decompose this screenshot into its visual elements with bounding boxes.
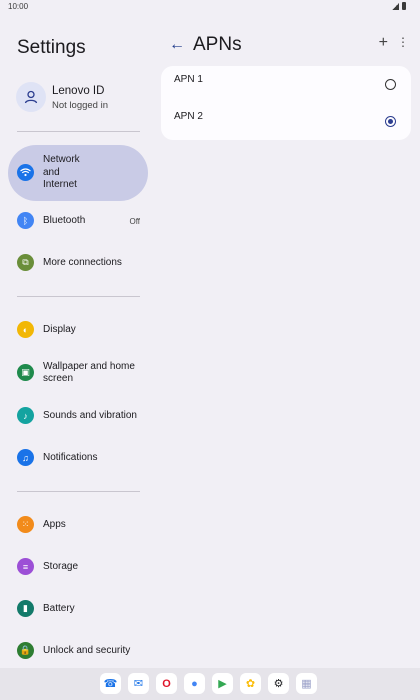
sidebar-item-label: Bluetooth — [43, 214, 86, 226]
apn-radio-selected[interactable] — [385, 116, 396, 127]
signal-icon — [392, 2, 399, 10]
sidebar-item-security[interactable]: 🔒 Unlock and security — [8, 633, 148, 669]
back-arrow-icon[interactable]: ← — [168, 36, 186, 54]
sidebar-item-bluetooth[interactable]: ᛒ Bluetooth Off — [8, 203, 148, 239]
sidebar-item-label: Notifications — [43, 451, 98, 463]
lock-icon: 🔒 — [17, 642, 34, 659]
account-row[interactable]: Lenovo ID Not logged in — [16, 82, 146, 118]
taskbar-dock: ☎ ✉ O ● ▶ ✿ ⚙ ▦ — [0, 668, 420, 700]
bluetooth-icon: ᛒ — [17, 212, 34, 229]
opera-icon[interactable]: O — [156, 673, 177, 694]
sidebar-item-sounds[interactable]: ♪ Sounds and vibration — [8, 398, 148, 434]
sidebar-item-label: Sounds and vibration — [43, 409, 137, 421]
page-title: APNs — [193, 34, 242, 55]
settings-title: Settings — [17, 37, 86, 58]
sidebar-item-battery[interactable]: ▮ Battery — [8, 591, 148, 627]
apn-radio-unselected[interactable] — [385, 79, 396, 90]
bell-icon: ♫ — [17, 449, 34, 466]
apn-list: APN 1 APN 2 — [161, 66, 411, 140]
sidebar-item-display[interactable]: ◐ Display — [8, 312, 148, 348]
sidebar-item-label: Storage — [43, 560, 79, 572]
sidebar-item-wallpaper[interactable]: ▣ Wallpaper and home screen — [8, 355, 148, 391]
status-icons — [392, 2, 406, 10]
apn-name: APN 1 — [174, 74, 203, 85]
person-icon — [24, 90, 38, 104]
display-icon: ◐ — [17, 321, 34, 338]
apps-icon: ⁙ — [17, 516, 34, 533]
wifi-icon — [17, 164, 34, 181]
sidebar-item-network[interactable]: Network and Internet — [8, 145, 148, 201]
messages-icon[interactable]: ✉ — [128, 673, 149, 694]
assistant-icon[interactable]: ● — [184, 673, 205, 694]
settings-gear-icon[interactable]: ⚙ — [268, 673, 289, 694]
apn-item-1[interactable]: APN 1 — [161, 66, 411, 103]
account-name: Lenovo ID — [52, 85, 105, 97]
battery-icon: ▮ — [17, 600, 34, 617]
settings-panel: Settings Lenovo ID Not logged in Network… — [0, 14, 158, 668]
wallpaper-icon: ▣ — [17, 364, 34, 381]
sidebar-item-label: Display — [43, 323, 76, 335]
dock-icons: ☎ ✉ O ● ▶ ✿ ⚙ ▦ — [100, 673, 317, 694]
sidebar-item-label: Unlock and security — [43, 644, 131, 656]
photos-icon[interactable]: ✿ — [240, 673, 261, 694]
sidebar-item-apps[interactable]: ⁙ Apps — [8, 507, 148, 543]
play-store-icon[interactable]: ▶ — [212, 673, 233, 694]
account-status: Not logged in — [52, 100, 108, 111]
bluetooth-status: Off — [129, 216, 140, 226]
sidebar-item-notifications[interactable]: ♫ Notifications — [8, 440, 148, 476]
sidebar-item-label: Wallpaper and home screen — [43, 360, 135, 385]
sidebar-item-more-connections[interactable]: ⧉ More connections — [8, 245, 148, 281]
storage-icon: ≡ — [17, 558, 34, 575]
connections-icon: ⧉ — [17, 254, 34, 271]
divider — [17, 491, 140, 492]
app-drawer-icon[interactable]: ▦ — [296, 673, 317, 694]
divider — [17, 296, 140, 297]
sidebar-item-label: Battery — [43, 602, 75, 614]
avatar — [16, 82, 46, 112]
battery-status-icon — [402, 2, 406, 10]
sound-icon: ♪ — [17, 407, 34, 424]
sidebar-item-storage[interactable]: ≡ Storage — [8, 549, 148, 585]
divider — [17, 131, 140, 132]
sidebar-item-label: Network and Internet — [43, 154, 80, 191]
sidebar-item-label: Apps — [43, 518, 66, 530]
phone-icon[interactable]: ☎ — [100, 673, 121, 694]
status-time: 10:00 — [8, 2, 29, 11]
apn-name: APN 2 — [174, 111, 203, 122]
status-bar: 10:00 — [0, 0, 420, 14]
apn-item-2[interactable]: APN 2 — [161, 103, 411, 140]
sidebar-item-label: More connections — [43, 256, 122, 268]
add-icon[interactable]: + — [379, 34, 388, 52]
apn-header: ← APNs + ⋮ — [160, 28, 420, 64]
more-options-icon[interactable]: ⋮ — [397, 35, 409, 49]
